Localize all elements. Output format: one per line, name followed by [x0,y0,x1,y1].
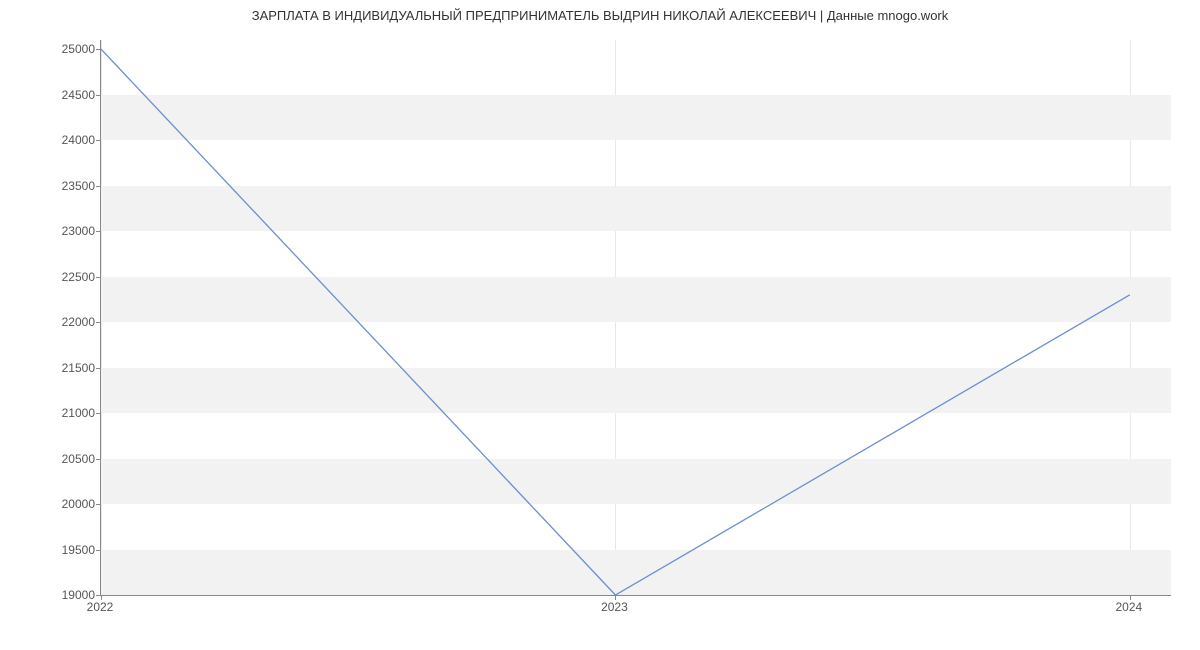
chart-container: ЗАРПЛАТА В ИНДИВИДУАЛЬНЫЙ ПРЕДПРИНИМАТЕЛ… [0,0,1200,650]
y-tick-mark [96,322,101,323]
y-tick-mark [96,95,101,96]
plot-area [100,40,1171,596]
y-tick-mark [96,459,101,460]
y-tick-label: 20000 [35,497,95,511]
x-tick-label: 2023 [601,600,628,614]
y-tick-label: 20500 [35,452,95,466]
y-tick-mark [96,504,101,505]
y-tick-mark [96,186,101,187]
y-tick-mark [96,550,101,551]
y-tick-mark [96,413,101,414]
y-tick-mark [96,49,101,50]
y-tick-label: 22000 [35,315,95,329]
x-tick-label: 2024 [1115,600,1142,614]
y-tick-label: 23000 [35,224,95,238]
x-tick-label: 2022 [87,600,114,614]
y-tick-label: 24500 [35,88,95,102]
y-tick-mark [96,140,101,141]
chart-line [101,49,1130,595]
y-tick-label: 22500 [35,270,95,284]
y-tick-label: 21500 [35,361,95,375]
y-tick-label: 19500 [35,543,95,557]
chart-line-layer [101,40,1171,595]
chart-title: ЗАРПЛАТА В ИНДИВИДУАЛЬНЫЙ ПРЕДПРИНИМАТЕЛ… [0,8,1200,23]
y-tick-mark [96,231,101,232]
y-tick-label: 23500 [35,179,95,193]
y-tick-label: 25000 [35,42,95,56]
y-tick-label: 24000 [35,133,95,147]
y-tick-mark [96,277,101,278]
y-tick-label: 21000 [35,406,95,420]
y-tick-mark [96,368,101,369]
